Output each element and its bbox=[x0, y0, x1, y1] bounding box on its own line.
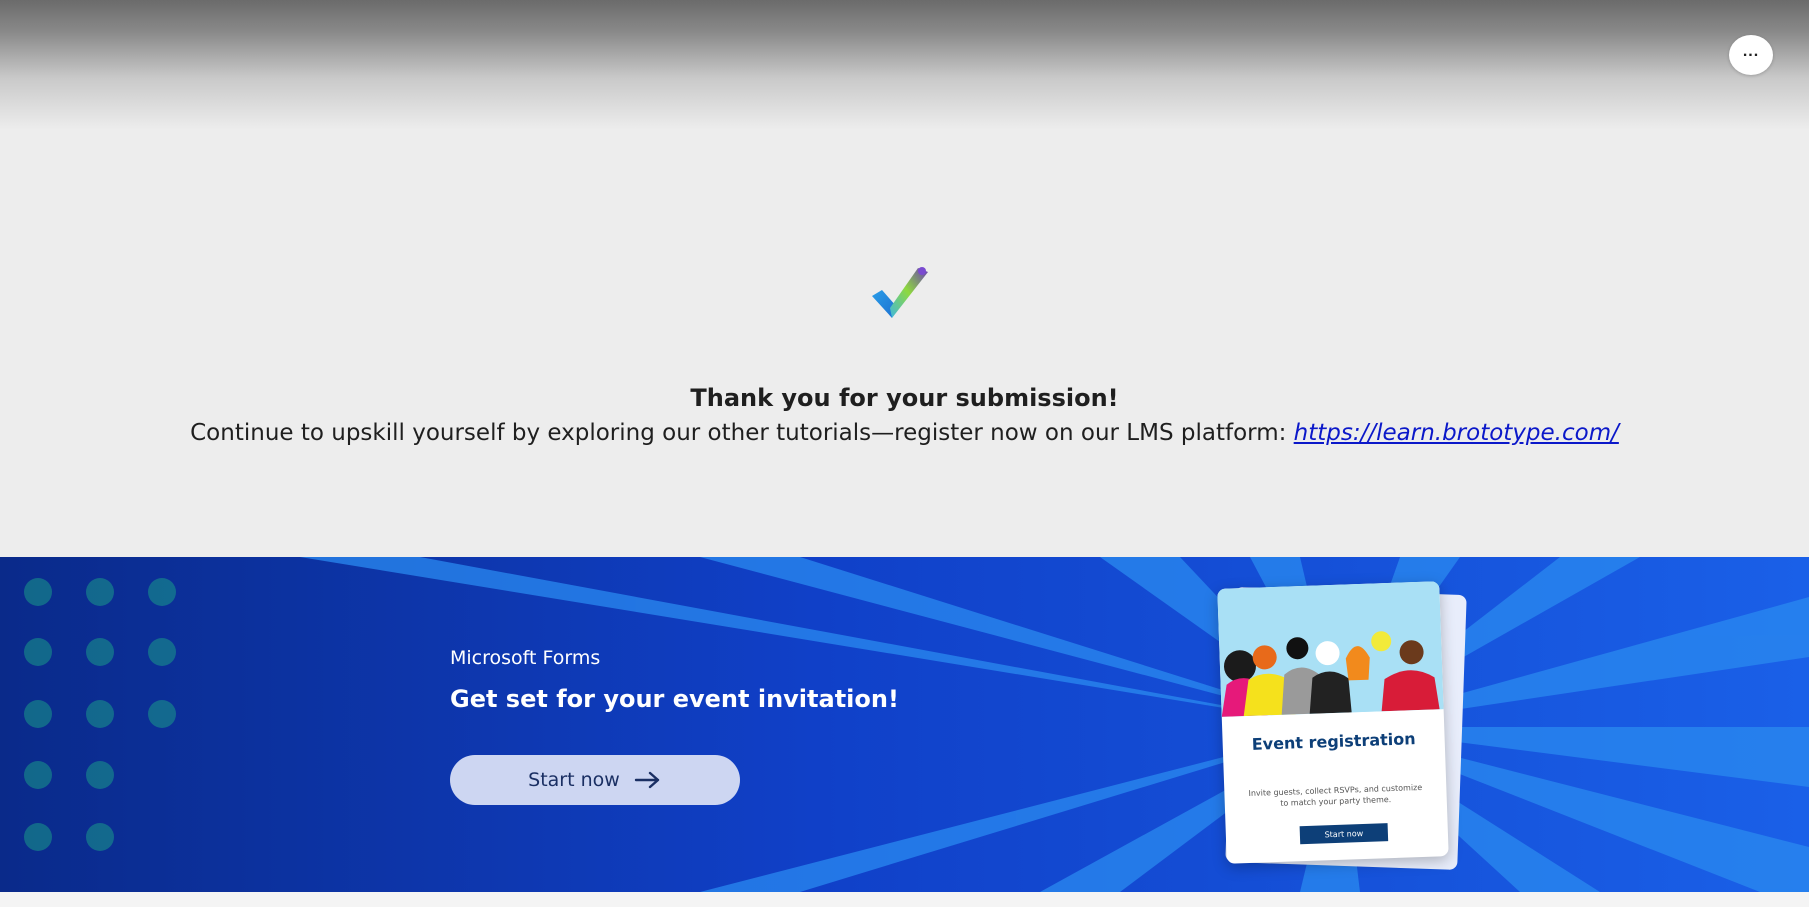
lms-link[interactable]: https://learn.brototype.com/ bbox=[1294, 420, 1619, 446]
card-title: Event registration bbox=[1251, 729, 1416, 754]
promo-banner: Microsoft Forms Get set for your event i… bbox=[0, 557, 1809, 892]
submission-message: Continue to upskill yourself by explorin… bbox=[0, 420, 1809, 446]
start-now-button[interactable]: Start now bbox=[450, 755, 740, 805]
arrow-right-icon bbox=[634, 771, 660, 789]
start-now-label: Start now bbox=[528, 769, 620, 791]
page-footer-strip bbox=[0, 892, 1809, 907]
message-text: Continue to upskill yourself by explorin… bbox=[190, 420, 1294, 446]
checkmark-icon bbox=[872, 267, 928, 318]
card-description: Invite guests, collect RSVPs, and custom… bbox=[1248, 782, 1423, 808]
submission-title: Thank you for your submission! bbox=[690, 384, 1119, 412]
promo-headline: Get set for your event invitation! bbox=[450, 685, 899, 713]
people-illustration bbox=[1217, 581, 1444, 717]
card-start-button: Start now bbox=[1299, 823, 1389, 845]
ellipsis-icon: ... bbox=[1742, 43, 1760, 60]
banner-background bbox=[0, 557, 1809, 892]
header-gradient bbox=[0, 0, 1809, 130]
event-registration-card: Event registration Invite guests, collec… bbox=[1217, 581, 1449, 864]
brand-label: Microsoft Forms bbox=[450, 647, 601, 669]
more-options-button[interactable]: ... bbox=[1729, 35, 1773, 75]
